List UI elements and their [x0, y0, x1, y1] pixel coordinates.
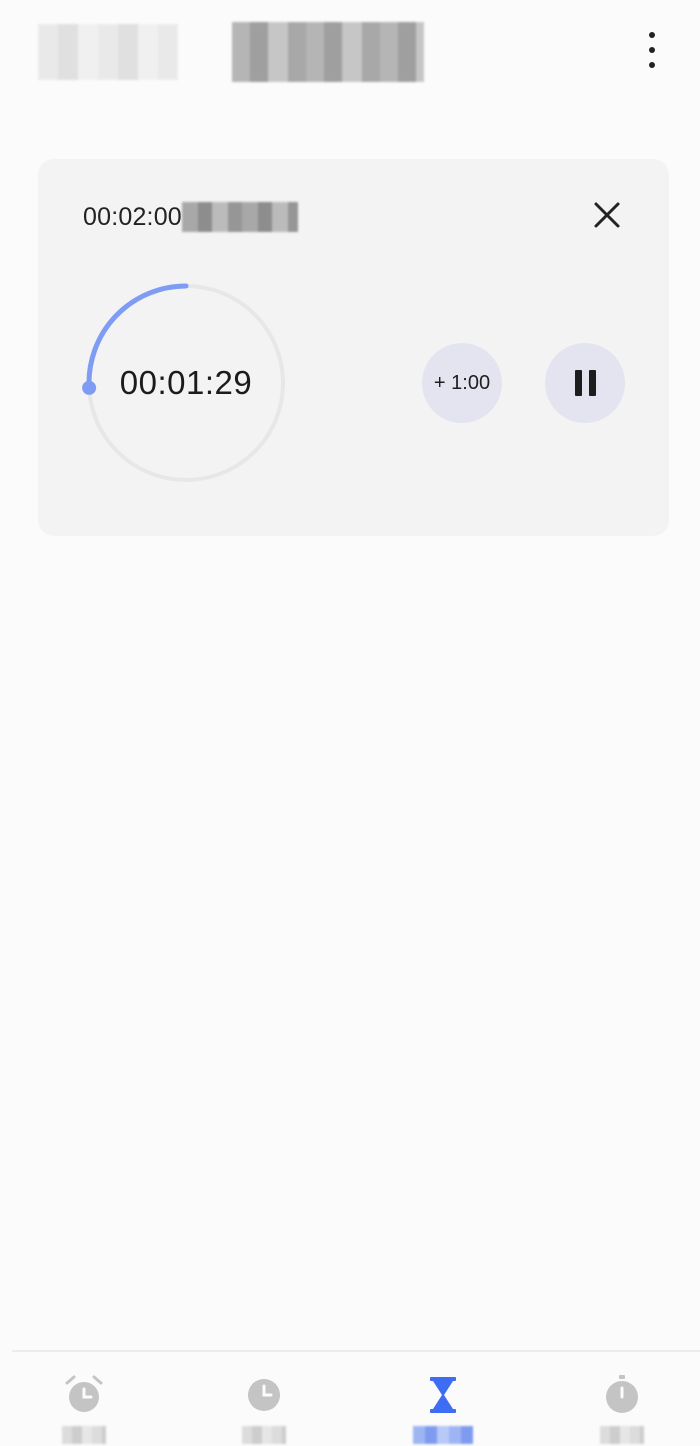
- pause-icon: [574, 370, 596, 396]
- stopwatch-icon: [606, 1375, 638, 1413]
- nav-item-timer[interactable]: [373, 1352, 513, 1446]
- nav-label-blurred: [413, 1426, 473, 1444]
- nav-label-blurred: [62, 1426, 106, 1444]
- add-minute-button[interactable]: + 1:00: [422, 343, 502, 423]
- menu-dot: [649, 32, 655, 38]
- timer-header: 00:02:00: [83, 199, 298, 235]
- timer-progress-ring: 00:01:29: [80, 277, 292, 489]
- nav-label-blurred: [600, 1426, 644, 1444]
- pause-button[interactable]: [545, 343, 625, 423]
- hourglass-icon: [430, 1377, 456, 1413]
- more-options-icon[interactable]: [640, 32, 664, 68]
- tab-title-blurred[interactable]: [232, 22, 424, 82]
- close-button[interactable]: [587, 195, 627, 235]
- remaining-time: 00:01:29: [119, 364, 253, 401]
- timer-card: 00:02:00 00:01:29 + 1:00: [38, 159, 669, 536]
- timer-label-blurred: [181, 202, 298, 232]
- nav-item-clock[interactable]: [194, 1352, 334, 1446]
- nav-item-stopwatch[interactable]: [552, 1352, 692, 1446]
- timer-total-duration: 00:02:00: [83, 202, 182, 231]
- menu-dot: [649, 47, 655, 53]
- tab-title-blurred[interactable]: [38, 24, 178, 80]
- bottom-navigation: [12, 1350, 700, 1446]
- alarm-icon: [65, 1375, 103, 1412]
- timer-screen: 00:02:00 00:01:29 + 1:00: [0, 0, 700, 1446]
- menu-dot: [649, 62, 655, 68]
- close-icon: [594, 202, 620, 228]
- top-bar: [0, 0, 700, 110]
- nav-label-blurred: [242, 1426, 286, 1444]
- clock-icon: [248, 1379, 280, 1411]
- nav-item-alarm[interactable]: [14, 1352, 154, 1446]
